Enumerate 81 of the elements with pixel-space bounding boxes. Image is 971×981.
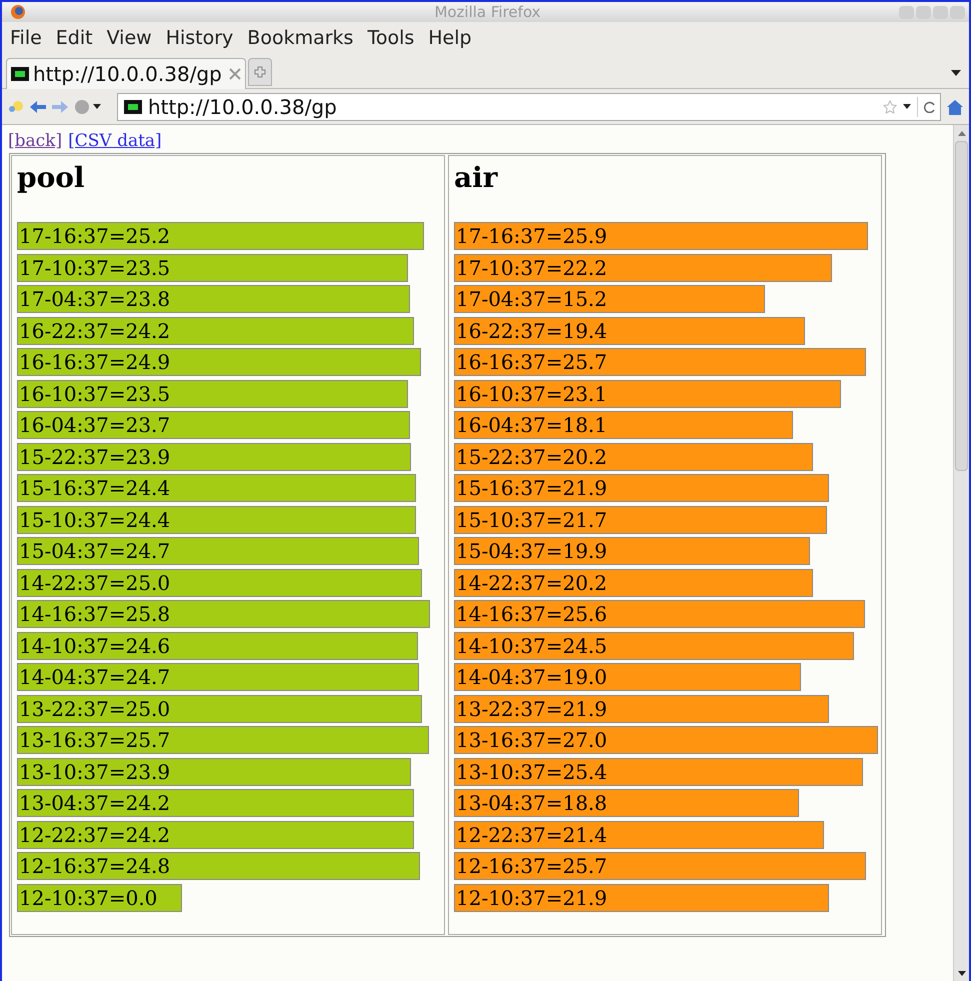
value-bar: 16-04:37=23.7 (17, 411, 410, 439)
menu-item[interactable]: Help (428, 24, 472, 53)
panel-title: air (454, 160, 499, 196)
home-icon[interactable] (947, 98, 963, 114)
value-bar: 15-16:37=24.4 (17, 474, 416, 502)
value-bar: 17-04:37=23.8 (17, 285, 410, 313)
value-bar: 17-04:37=15.2 (454, 285, 765, 313)
menu-item[interactable]: Bookmarks (247, 24, 354, 53)
value-bar: 12-22:37=21.4 (454, 820, 824, 848)
plus-icon (254, 66, 266, 78)
value-bar: 13-10:37=23.9 (17, 758, 412, 786)
caret-icon[interactable] (903, 104, 911, 109)
reload-icon[interactable] (924, 100, 936, 112)
menu-item[interactable]: Tools (367, 24, 414, 53)
back-arrow-icon[interactable] (30, 100, 46, 114)
scroll-up-icon[interactable] (958, 130, 966, 136)
value-bar: 13-10:37=25.4 (454, 758, 863, 786)
tab-list-icon[interactable] (951, 70, 961, 76)
restore-button[interactable] (933, 6, 948, 18)
forward-arrow-icon[interactable] (52, 100, 68, 114)
window-title: Mozilla Firefox (433, 2, 542, 23)
value-bar: 14-22:37=25.0 (17, 568, 422, 596)
value-bar: 16-04:37=18.1 (454, 411, 793, 439)
value-bar: 12-10:37=0.0 (17, 884, 182, 912)
value-bar: 16-22:37=19.4 (454, 316, 806, 344)
value-bar: 16-22:37=24.2 (17, 316, 414, 344)
link[interactable]: [CSV data] (68, 131, 162, 151)
value-bar: 14-16:37=25.8 (17, 600, 430, 628)
value-bar: 16-16:37=24.9 (17, 348, 422, 376)
value-bar: 15-10:37=21.7 (454, 506, 828, 534)
value-bar: 13-22:37=21.9 (454, 694, 830, 722)
caret-icon (93, 104, 101, 109)
star-icon[interactable] (883, 100, 897, 114)
value-bar: 16-10:37=23.5 (17, 380, 408, 408)
site-favicon-icon (124, 100, 142, 114)
menu-item[interactable]: File (10, 24, 42, 53)
value-bar: 14-10:37=24.5 (454, 632, 854, 660)
browser-logo-icon (10, 4, 26, 20)
panel-title: pool (17, 160, 86, 196)
tab-label: http://10.0.0.38/gp (33, 61, 223, 88)
value-bar: 17-16:37=25.9 (454, 222, 868, 250)
menu-item[interactable]: View (106, 24, 152, 53)
value-bar: 15-22:37=23.9 (17, 442, 412, 470)
value-bar: 14-22:37=20.2 (454, 568, 813, 596)
value-bar: 14-16:37=25.6 (454, 600, 865, 628)
value-bar: 16-10:37=23.1 (454, 380, 841, 408)
value-bar: 12-10:37=21.9 (454, 884, 830, 912)
maximize-button[interactable] (899, 6, 914, 18)
menu-item[interactable]: History (166, 24, 234, 53)
site-favicon-icon (11, 67, 29, 81)
value-bar: 15-10:37=24.4 (17, 506, 416, 534)
menu-item[interactable]: Edit (56, 24, 93, 53)
browser-tab[interactable]: http://10.0.0.38/gp (6, 58, 246, 89)
value-bar: 14-04:37=24.7 (17, 663, 420, 691)
link[interactable]: [back] (8, 131, 62, 151)
address-field[interactable]: http://10.0.0.38/gp (117, 92, 941, 120)
history-dropdown[interactable] (74, 98, 101, 114)
value-bar: 14-10:37=24.6 (17, 632, 418, 660)
url-text: http://10.0.0.38/gp (148, 94, 338, 120)
close-button[interactable] (950, 6, 965, 18)
value-bar: 16-16:37=25.7 (454, 348, 866, 376)
value-bar: 12-16:37=25.7 (454, 852, 866, 880)
value-bar: 13-16:37=27.0 (454, 726, 878, 754)
value-bar: 13-22:37=25.0 (17, 694, 422, 722)
minimize-button[interactable] (916, 6, 931, 18)
value-bar: 13-04:37=18.8 (454, 789, 800, 817)
value-bar: 12-16:37=24.8 (17, 852, 420, 880)
value-bar: 12-22:37=24.2 (17, 820, 414, 848)
value-bar: 17-10:37=22.2 (454, 254, 832, 282)
value-bar: 15-04:37=19.9 (454, 537, 810, 565)
value-bar: 15-16:37=21.9 (454, 474, 830, 502)
value-bar: 15-04:37=24.7 (17, 537, 420, 565)
value-bar: 15-22:37=20.2 (454, 442, 813, 470)
value-bar: 13-16:37=25.7 (17, 726, 429, 754)
value-bar: 14-04:37=19.0 (454, 663, 802, 691)
value-bar: 13-04:37=24.2 (17, 789, 414, 817)
close-icon[interactable] (229, 68, 241, 80)
value-bar: 17-16:37=25.2 (17, 222, 424, 250)
value-bar: 17-10:37=23.5 (17, 254, 408, 282)
new-tab-button[interactable] (248, 58, 272, 86)
scroll-down-icon[interactable] (958, 970, 966, 976)
